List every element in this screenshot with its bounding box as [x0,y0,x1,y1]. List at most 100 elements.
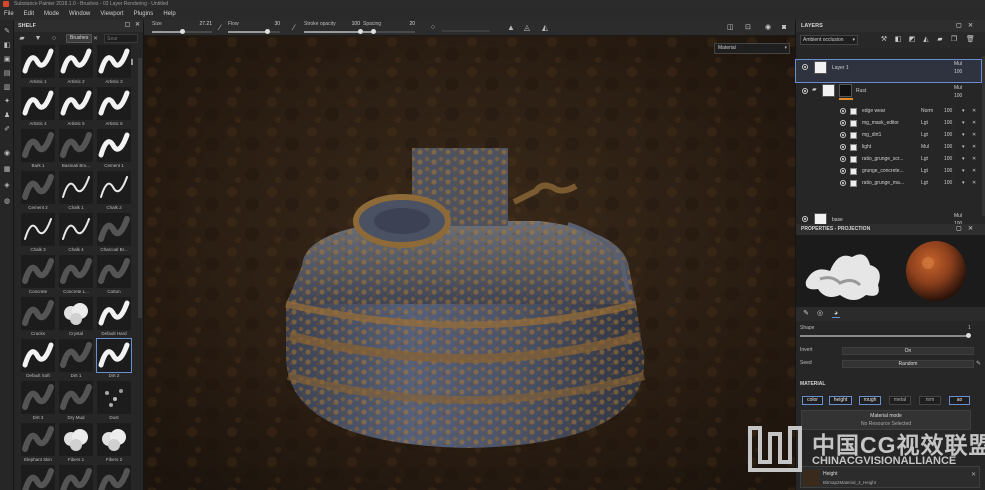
brush-tile[interactable]: Dry Mud [58,381,94,423]
shape-slider[interactable] [800,335,970,337]
layer-effect-row[interactable]: mg_mask_editor Lgt 100 ▾ ✕ [796,118,981,129]
channel-height-button[interactable]: height [829,396,852,405]
chevron-down-icon[interactable]: ▾ [962,168,965,174]
close-icon[interactable]: ✕ [972,180,976,186]
brush-tile[interactable] [96,465,132,490]
mirror-icon[interactable]: ◬ [523,24,531,32]
bake-icon[interactable]: ◉ [3,150,11,158]
menu-plugins[interactable]: Plugins [134,11,154,17]
jitter-icon[interactable]: ⁘ [429,24,437,32]
blend-mode[interactable]: Lgt [921,132,928,138]
duplicate-layer-icon[interactable]: ❐ [950,36,958,44]
seed-random-button[interactable]: Random [842,360,974,368]
visibility-icon[interactable] [802,216,808,222]
layer-effect-row[interactable]: mg_dirt1 Lgt 100 ▾ ✕ [796,130,981,141]
layer-row[interactable]: Layer 1 Mul 100 [795,59,982,83]
visibility-icon[interactable] [802,64,808,70]
flow-pressure-icon[interactable]: ∕ [290,24,298,32]
layer-effect-row[interactable]: edge wear Norm 100 ▾ ✕ [796,106,981,117]
chevron-down-icon[interactable]: ▾ [962,156,965,162]
brush-tile[interactable]: Chalk 4 [58,213,94,255]
effect-opacity[interactable]: 100 [944,156,952,162]
visibility-icon[interactable] [840,168,846,174]
brush-tile[interactable]: Artistic 1 [20,45,56,87]
channel-metal-button[interactable]: metal [889,396,911,405]
brush-tile[interactable]: Cement 2 [20,171,56,213]
add-effect-icon[interactable]: ⚒ [880,36,888,44]
brushes-filter-chip[interactable]: Brushes [66,34,93,43]
display-mode-icon[interactable]: ⊡ [745,24,753,32]
brush-tile[interactable]: Artistic 6 [96,87,132,129]
brush-tile[interactable]: Charcoal Br... [96,213,132,255]
close-icon[interactable]: ✕ [972,144,976,150]
size-slider[interactable]: Size 27.21 [152,21,212,35]
layer-opacity[interactable]: 100 [954,69,962,75]
paint-brush-icon[interactable]: ✎ [3,28,11,36]
brush-tile[interactable] [58,465,94,490]
brush-tile[interactable]: Fibers 1 [58,423,94,465]
channel-nrm-button[interactable]: nrm [919,396,941,405]
channel-ao-button[interactable]: ao [949,396,970,405]
blend-mode[interactable]: Mul [954,213,962,219]
polygon-fill-icon[interactable]: ▥ [3,84,11,92]
remove-chip-icon[interactable]: ✕ [93,35,98,42]
visibility-icon[interactable] [840,156,846,162]
close-icon[interactable]: ✕ [972,156,976,162]
shape-value[interactable]: 1 [968,325,971,331]
invert-toggle[interactable]: On [842,347,974,355]
blend-mode[interactable]: Mul [921,144,929,150]
layer-effect-row[interactable]: light Mul 100 ▾ ✕ [796,142,981,153]
delete-layer-icon[interactable]: 🗑 [966,36,975,44]
add-fill-layer-icon[interactable]: ◩ [908,36,916,44]
effect-opacity[interactable]: 100 [944,120,952,126]
chevron-down-icon[interactable]: ▾ [962,120,965,126]
layer-effect-row[interactable]: ratio_grunge_ma... Lgt 100 ▾ ✕ [796,178,981,189]
clone-icon[interactable]: ♟ [3,112,11,120]
layer-folder-row[interactable]: ▰ Rust Mul 100 [796,84,981,104]
blend-mode[interactable]: Lgt [921,120,928,126]
brush-tile[interactable]: Default Soft [20,339,56,381]
panel-float-icon[interactable]: ▢ [124,22,131,29]
brush-tile[interactable]: Artistic 2 [58,45,94,87]
visibility-icon[interactable] [840,108,846,114]
brush-tile[interactable]: Cracks [20,297,56,339]
panel-close-icon[interactable]: ✕ [968,20,973,32]
brush-tile[interactable]: Basmati Bru... [58,129,94,171]
color-picker-icon[interactable]: ✐ [3,126,11,134]
viewport-mode-dropdown[interactable]: Material [714,43,790,54]
brush-tile[interactable]: Chalk 1 [58,171,94,213]
menu-help[interactable]: Help [163,11,175,17]
effect-opacity[interactable]: 100 [944,132,952,138]
channel-dropdown[interactable]: Ambient occlusion [800,35,858,45]
menu-file[interactable]: File [4,11,14,17]
close-icon[interactable]: ✕ [972,120,976,126]
chevron-down-icon[interactable]: ▾ [962,180,965,186]
3d-viewport[interactable] [144,36,795,490]
blend-mode[interactable]: Lgt [921,156,928,162]
brush-tile[interactable]: Dirt 1 [58,339,94,381]
blend-mode[interactable]: Lgt [921,180,928,186]
clear-filter-icon[interactable]: ○ [50,35,58,43]
effect-opacity[interactable]: 100 [944,144,952,150]
visibility-icon[interactable] [840,180,846,186]
menu-viewport[interactable]: Viewport [100,11,123,17]
camera-view-icon[interactable]: ◫ [727,24,735,32]
visibility-icon[interactable] [840,144,846,150]
symmetry-icon[interactable]: ▲ [507,24,515,32]
channel-color-button[interactable]: color [802,396,823,405]
brush-tile[interactable]: Concrete [20,255,56,297]
spacing-slider[interactable]: Spacing 20 [363,21,415,35]
chevron-down-icon[interactable]: ▾ [962,144,965,150]
blend-mode[interactable]: Norm [921,108,933,114]
effect-opacity[interactable]: 100 [944,180,952,186]
shape-slider-knob[interactable] [966,333,971,338]
layer-effect-row[interactable]: ratio_grunge_scr... Lgt 100 ▾ ✕ [796,154,981,165]
visibility-icon[interactable] [802,88,808,94]
spacing-value[interactable]: 20 [409,21,415,27]
blend-mode[interactable]: Mul [954,61,962,67]
menu-mode[interactable]: Mode [44,11,59,17]
filter-icon[interactable]: ▼ [34,35,42,43]
brush-tile[interactable]: Concrete L... [58,255,94,297]
alpha-tab-icon[interactable]: ◎ [816,310,824,318]
panel-float-icon[interactable]: ▢ [956,20,962,32]
